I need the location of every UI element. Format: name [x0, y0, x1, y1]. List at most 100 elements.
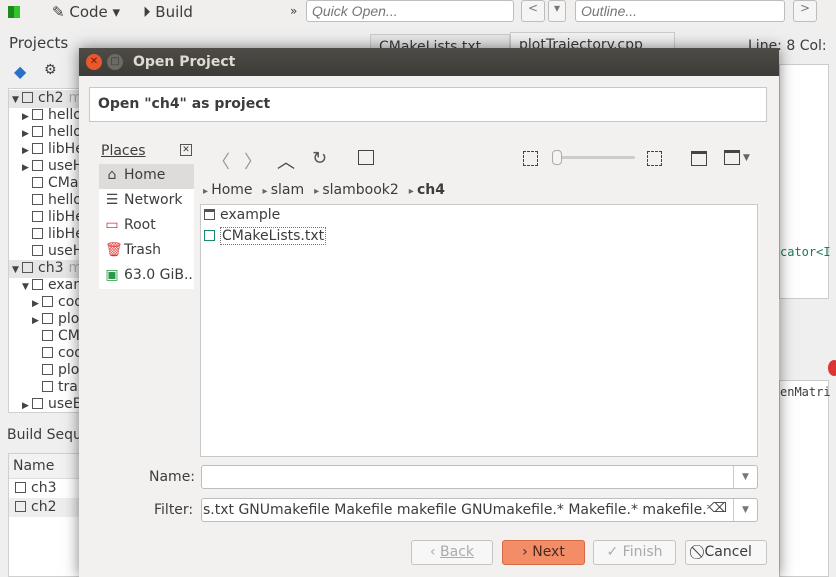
- expand-arrow-icon[interactable]: ▶: [22, 163, 32, 173]
- place-trash[interactable]: 🗑Trash: [99, 239, 194, 264]
- list-item[interactable]: CMakeLists.txt: [204, 227, 327, 245]
- project-icon: [22, 262, 33, 273]
- expand-arrow-icon[interactable]: ▼: [12, 95, 22, 105]
- tree-item[interactable]: CMa: [22, 175, 78, 193]
- project-icon: [32, 211, 43, 222]
- output-area[interactable]: enMatri: [779, 380, 831, 577]
- breadcrumb-item[interactable]: slam: [271, 182, 304, 198]
- sync-icon[interactable]: ◆: [14, 62, 26, 81]
- maximize-icon[interactable]: □: [107, 54, 123, 70]
- up-icon[interactable]: ︿: [277, 148, 295, 174]
- nav-dropdown[interactable]: ▾: [548, 0, 566, 22]
- tree-item[interactable]: ▶ hello: [22, 107, 82, 125]
- back-icon[interactable]: 〈: [212, 148, 230, 174]
- tree-item[interactable]: ▶ coo: [32, 294, 83, 312]
- breadcrumb: ▸ Home ▸ slam ▸ slambook2 ▸ ch4: [203, 182, 455, 198]
- finish-button[interactable]: ✓ Finish: [593, 540, 676, 565]
- project-icon: [42, 330, 53, 341]
- breadcrumb-item[interactable]: ch4: [417, 182, 445, 198]
- tree-item[interactable]: CM: [32, 328, 80, 346]
- more-icon[interactable]: »: [290, 4, 297, 18]
- home-icon: ⌂: [107, 167, 117, 183]
- next-button[interactable]: › Next: [502, 540, 585, 565]
- preview-icon[interactable]: [358, 150, 374, 165]
- tree-item[interactable]: ▶ libHe: [22, 141, 84, 159]
- list-item[interactable]: example: [204, 207, 280, 223]
- expand-arrow-icon[interactable]: ▶: [32, 316, 42, 326]
- tree-item[interactable]: ▶ useE: [22, 396, 82, 414]
- zoom-in-icon[interactable]: [647, 151, 662, 166]
- expand-arrow-icon[interactable]: ▶: [22, 146, 32, 156]
- trash-icon: 🗑: [105, 242, 123, 258]
- expand-arrow-icon[interactable]: ▼: [22, 282, 32, 292]
- project-icon: [32, 177, 43, 188]
- chevron-down-icon[interactable]: ▼: [743, 153, 750, 163]
- place-root[interactable]: ▭ Root: [99, 214, 194, 239]
- filter-icon[interactable]: ⚙: [44, 62, 57, 78]
- folder-icon: ▭: [105, 217, 119, 233]
- slider-handle[interactable]: [552, 150, 562, 165]
- editor-area[interactable]: cator<I: [779, 64, 831, 299]
- breadcrumb-item[interactable]: Home: [211, 182, 252, 198]
- places-label: Places: [101, 143, 146, 159]
- drive-icon: ▣: [105, 267, 119, 283]
- place-home[interactable]: ⌂ Home: [99, 164, 194, 189]
- place-network[interactable]: ☰ Network: [99, 189, 194, 214]
- app-grid-icon[interactable]: [8, 6, 20, 18]
- chevron-down-icon[interactable]: ▼: [733, 499, 757, 521]
- tree-item[interactable]: libHe: [22, 209, 84, 227]
- project-icon: [32, 194, 43, 205]
- reload-icon[interactable]: ↻: [312, 148, 327, 169]
- tree-item[interactable]: ▶ hello: [22, 124, 82, 142]
- tree-item[interactable]: tra: [32, 379, 78, 397]
- mode-code[interactable]: ✎ Code ▾: [52, 3, 120, 21]
- new-folder-icon[interactable]: [691, 151, 707, 166]
- quick-open-input[interactable]: [306, 0, 514, 22]
- outline-input[interactable]: [575, 0, 785, 22]
- project-icon: [32, 109, 43, 120]
- breadcrumb-item[interactable]: slambook2: [322, 182, 398, 198]
- tree-item[interactable]: ▶ useH: [22, 158, 83, 176]
- project-icon: [32, 245, 43, 256]
- tree-item[interactable]: libHe: [22, 226, 84, 244]
- view-options-icon[interactable]: [724, 150, 740, 165]
- breadcrumb-arrow-icon: ▸: [408, 186, 417, 197]
- project-icon: [42, 381, 53, 392]
- cancel-button[interactable]: ⃠ Cancel: [685, 540, 767, 565]
- chevron-down-icon[interactable]: ▼: [733, 466, 757, 488]
- expand-arrow-icon[interactable]: ▼: [12, 265, 22, 275]
- projects-label: Projects: [9, 34, 69, 52]
- zoom-slider[interactable]: [552, 150, 635, 165]
- filter-field[interactable]: s.txt GNUmakefile Makefile makefile GNUm…: [201, 498, 758, 522]
- tree-item[interactable]: useH: [22, 243, 83, 261]
- breadcrumb-arrow-icon: ▸: [203, 186, 212, 197]
- tree-item[interactable]: coo: [32, 345, 83, 363]
- forward-icon[interactable]: 〉: [244, 148, 262, 174]
- back-nav-button[interactable]: <: [521, 0, 545, 22]
- error-icon[interactable]: [828, 360, 836, 376]
- project-icon: [32, 398, 43, 409]
- dialog-header: Open "ch4" as project: [89, 87, 767, 122]
- places-list: ⌂ Home ☰ Network ▭ Root 🗑Trash ▣ 63.0 GiB...: [99, 164, 194, 310]
- close-icon[interactable]: ✕: [86, 54, 102, 70]
- tree-item[interactable]: ▼ exam: [22, 277, 87, 295]
- expand-arrow-icon[interactable]: ▶: [32, 299, 42, 309]
- name-field[interactable]: ▼: [201, 465, 758, 489]
- expand-arrow-icon[interactable]: ▶: [22, 129, 32, 139]
- tree-item[interactable]: ▶ plo: [32, 311, 79, 329]
- place-630[interactable]: ▣ 63.0 GiB...: [99, 264, 194, 289]
- back-button[interactable]: ‹ Back: [411, 540, 493, 565]
- open-project-dialog: ✕ □ Open Project Open "ch4" as project P…: [79, 48, 779, 577]
- tree-item[interactable]: plo: [32, 362, 79, 380]
- project-icon: [32, 160, 43, 171]
- tree-item[interactable]: hello: [22, 192, 82, 210]
- expand-arrow-icon[interactable]: ▶: [22, 112, 32, 122]
- forward-nav-button[interactable]: >: [793, 0, 817, 22]
- mode-build[interactable]: ⏵ Build: [143, 3, 193, 21]
- file-list[interactable]: example CMakeLists.txt: [200, 204, 758, 457]
- expand-arrow-icon[interactable]: ▶: [22, 401, 32, 411]
- zoom-out-icon[interactable]: [523, 151, 538, 166]
- close-places-icon[interactable]: ✕: [180, 144, 192, 156]
- dialog-titlebar[interactable]: ✕ □ Open Project: [79, 48, 779, 76]
- clear-text-icon[interactable]: ⌫: [708, 501, 727, 516]
